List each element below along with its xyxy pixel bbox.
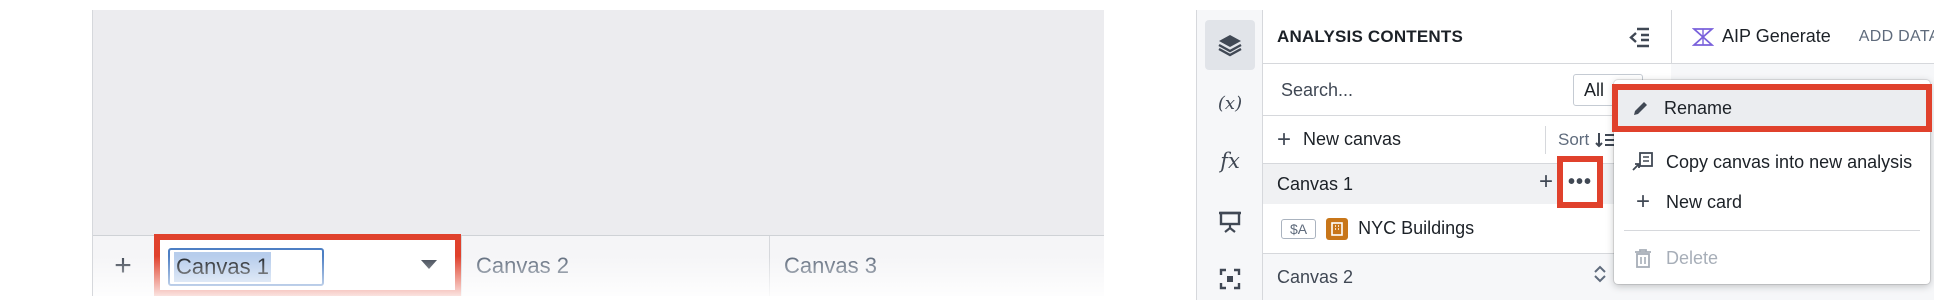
copy-canvas-menu-item[interactable]: Copy canvas into new analysis (1614, 142, 1930, 182)
add-card-icon[interactable]: + (1539, 168, 1553, 196)
variables-icon[interactable]: (x) (1205, 78, 1255, 128)
canvas-name: Canvas 2 (1277, 266, 1354, 287)
canvas-area[interactable] (93, 10, 1104, 236)
menu-item-label: Delete (1666, 247, 1719, 268)
more-options-button[interactable]: ••• (1557, 156, 1603, 208)
canvas-name: Canvas 1 (1277, 173, 1354, 194)
function-icon[interactable]: fx (1205, 136, 1255, 186)
search-row: All (1263, 64, 1671, 116)
collapse-panel-icon[interactable] (1627, 26, 1651, 48)
contents-header: ANALYSIS CONTENTS (1263, 10, 1671, 64)
aip-icon (1692, 27, 1714, 46)
delete-menu-item[interactable]: Delete (1614, 238, 1930, 278)
plus-icon: + (1277, 125, 1292, 153)
new-card-menu-item[interactable]: + New card (1614, 182, 1930, 222)
layers-icon[interactable] (1205, 20, 1255, 70)
expand-collapse-icon[interactable] (1593, 264, 1607, 289)
canvas-context-menu: Rename Copy canvas into new analysis + N… (1612, 80, 1932, 284)
aip-generate-button[interactable]: AIP Generate (1692, 26, 1831, 47)
sort-icon (1595, 133, 1615, 148)
new-canvas-button[interactable]: + New canvas Sort (1263, 116, 1671, 164)
canvas-tab-bar: + Canvas 1 Canvas 2 Canvas 3 (93, 234, 1104, 296)
aip-generate-label: AIP Generate (1722, 26, 1831, 46)
list-item[interactable]: $A NYC Buildings (1263, 204, 1671, 254)
plus-icon: + (1635, 188, 1650, 215)
rename-menu-item[interactable]: Rename (1612, 84, 1932, 132)
add-data-button[interactable]: ADD DATA (1859, 28, 1934, 46)
tab-label: Canvas 2 (476, 253, 569, 278)
pencil-icon (1630, 99, 1652, 117)
tab-canvas-3[interactable]: Canvas 3 (769, 236, 1077, 296)
sort-label: Sort (1558, 130, 1590, 149)
new-canvas-label: New canvas (1303, 129, 1402, 149)
tab-canvas-1[interactable]: Canvas 1 (154, 234, 461, 296)
variable-tag: $A (1281, 218, 1317, 239)
tab-rename-input-text: Canvas 1 (174, 252, 271, 282)
add-canvas-tab-button[interactable]: + (93, 236, 153, 296)
toolbar: AIP Generate ADD DATA (1671, 10, 1934, 64)
dataset-icon (1326, 217, 1349, 240)
icon-rail: (x) fx (1197, 10, 1263, 300)
canvas-list-item[interactable]: Canvas 1 + ••• (1263, 156, 1671, 208)
tab-canvas-2[interactable]: Canvas 2 (461, 236, 769, 296)
dataset-name: NYC Buildings (1358, 218, 1475, 238)
canvas-list-item[interactable]: Canvas 2 (1263, 254, 1671, 300)
copy-icon (1632, 152, 1654, 172)
panel-title: ANALYSIS CONTENTS (1277, 26, 1464, 46)
caret-down-icon[interactable] (421, 260, 437, 269)
trash-icon (1632, 248, 1654, 268)
analysis-contents: ANALYSIS CONTENTS All + New canvas Sort (1263, 10, 1671, 300)
search-input[interactable] (1275, 72, 1565, 108)
menu-divider (1624, 230, 1920, 231)
sort-button[interactable]: Sort (1545, 126, 1615, 154)
canvas-workspace: + Canvas 1 Canvas 2 Canvas 3 (92, 10, 1104, 296)
presentation-icon[interactable] (1205, 196, 1255, 246)
tab-label: Canvas 3 (784, 253, 877, 278)
menu-item-label: New card (1666, 191, 1743, 212)
focus-icon[interactable] (1205, 254, 1255, 300)
menu-item-label: Rename (1664, 97, 1733, 118)
tab-rename-input[interactable]: Canvas 1 (168, 248, 324, 286)
menu-item-label: Copy canvas into new analysis (1666, 151, 1913, 172)
